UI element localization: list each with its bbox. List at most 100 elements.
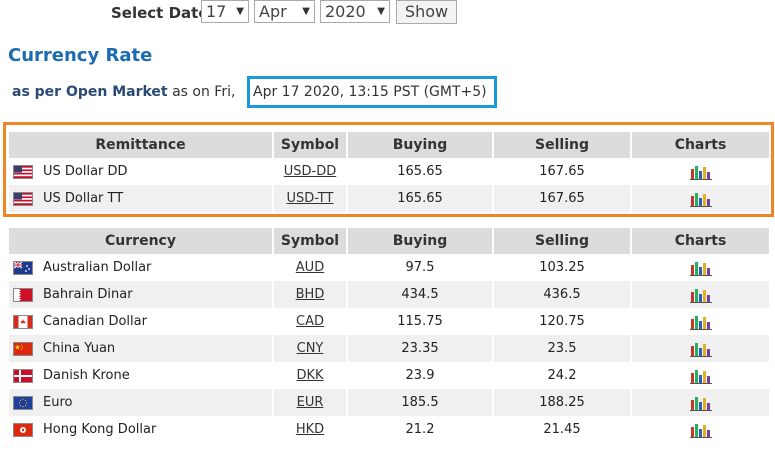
symbol-link[interactable]: BHD bbox=[296, 287, 325, 302]
table-row: Australian Dollar AUD 97.5 103.25 bbox=[9, 254, 771, 281]
symbol-link[interactable]: AUD bbox=[296, 260, 324, 275]
us-flag-icon bbox=[13, 191, 33, 206]
table-row: China Yuan CNY 23.35 23.5 bbox=[9, 335, 771, 362]
symbol-link[interactable]: HKD bbox=[296, 422, 324, 437]
symbol-link[interactable]: USD-DD bbox=[284, 164, 337, 179]
charts-cell bbox=[631, 389, 771, 416]
symbol-cell: BHD bbox=[273, 281, 348, 308]
charts-cell bbox=[631, 281, 771, 308]
bar-chart-icon[interactable] bbox=[689, 341, 712, 357]
denmark-flag-icon bbox=[13, 368, 33, 383]
table-row: Canadian Dollar CAD 115.75 120.75 bbox=[9, 308, 771, 335]
select-date-label: Select Date bbox=[111, 4, 209, 22]
table-header-row: Currency Symbol Buying Selling Charts bbox=[9, 228, 771, 254]
currency-name-cell: Hong Kong Dollar bbox=[9, 416, 274, 443]
buying-cell: 23.9 bbox=[347, 362, 494, 389]
chevron-down-icon: ▼ bbox=[302, 6, 310, 17]
charts-cell bbox=[631, 254, 771, 281]
currency-name-cell: Euro bbox=[9, 389, 274, 416]
buying-cell: 115.75 bbox=[347, 308, 494, 335]
symbol-cell: CNY bbox=[273, 335, 348, 362]
charts-cell bbox=[631, 416, 771, 443]
table-header-row: Remittance Symbol Buying Selling Charts bbox=[9, 132, 771, 158]
day-select[interactable]: 17 ▼ bbox=[201, 0, 249, 23]
month-select-value: Apr bbox=[259, 2, 287, 21]
table-row: US Dollar TT USD-TT 165.65 167.65 bbox=[9, 185, 771, 212]
col-header-selling: Selling bbox=[493, 228, 632, 254]
charts-cell bbox=[631, 335, 771, 362]
table-row: Euro EUR 185.5 188.25 bbox=[9, 389, 771, 416]
selling-cell: 23.5 bbox=[493, 335, 632, 362]
symbol-link[interactable]: CNY bbox=[297, 341, 324, 356]
chevron-down-icon: ▼ bbox=[377, 6, 385, 17]
currency-name: Canadian Dollar bbox=[43, 314, 147, 329]
currency-name-cell: Australian Dollar bbox=[9, 254, 274, 281]
bar-chart-icon[interactable] bbox=[689, 260, 712, 276]
australia-flag-icon bbox=[13, 260, 33, 275]
month-select[interactable]: Apr ▼ bbox=[254, 0, 315, 23]
bar-chart-icon[interactable] bbox=[689, 368, 712, 384]
buying-cell: 23.35 bbox=[347, 335, 494, 362]
symbol-cell: USD-TT bbox=[273, 185, 348, 212]
day-select-value: 17 bbox=[206, 2, 227, 21]
symbol-cell: HKD bbox=[273, 416, 348, 443]
currency-name-cell: Danish Krone bbox=[9, 362, 274, 389]
year-select[interactable]: 2020 ▼ bbox=[320, 0, 390, 23]
currency-name-cell: China Yuan bbox=[9, 335, 274, 362]
currency-name: Danish Krone bbox=[43, 368, 130, 383]
currency-name: China Yuan bbox=[43, 341, 116, 356]
bahrain-flag-icon bbox=[13, 287, 33, 302]
currency-name-cell: Canadian Dollar bbox=[9, 308, 274, 335]
bar-chart-icon[interactable] bbox=[689, 422, 712, 438]
subtitle: as per Open Market as on Fri, bbox=[12, 84, 235, 100]
page-title: Currency Rate bbox=[8, 45, 153, 66]
currency-name: US Dollar TT bbox=[43, 191, 124, 206]
buying-cell: 185.5 bbox=[347, 389, 494, 416]
selling-cell: 167.65 bbox=[493, 158, 632, 185]
col-header-charts: Charts bbox=[631, 228, 771, 254]
selling-cell: 103.25 bbox=[493, 254, 632, 281]
bar-chart-icon[interactable] bbox=[689, 395, 712, 411]
date-selector-bar: Select Date 17 ▼ Apr ▼ 2020 ▼ Show bbox=[0, 0, 775, 26]
bar-chart-icon[interactable] bbox=[689, 314, 712, 330]
bar-chart-icon[interactable] bbox=[689, 287, 712, 303]
currency-name: US Dollar DD bbox=[43, 164, 128, 179]
buying-cell: 434.5 bbox=[347, 281, 494, 308]
col-header-selling: Selling bbox=[493, 132, 632, 158]
symbol-link[interactable]: CAD bbox=[296, 314, 324, 329]
symbol-link[interactable]: USD-TT bbox=[287, 191, 334, 206]
table-row: Hong Kong Dollar HKD 21.2 21.45 bbox=[9, 416, 771, 443]
symbol-cell: CAD bbox=[273, 308, 348, 335]
eu-flag-icon bbox=[13, 395, 33, 410]
currency-name-cell: Bahrain Dinar bbox=[9, 281, 274, 308]
table-row: US Dollar DD USD-DD 165.65 167.65 bbox=[9, 158, 771, 185]
subtitle-market: as per Open Market bbox=[12, 84, 168, 100]
currency-name: Hong Kong Dollar bbox=[43, 422, 157, 437]
symbol-cell: EUR bbox=[273, 389, 348, 416]
table-row: Bahrain Dinar BHD 434.5 436.5 bbox=[9, 281, 771, 308]
selling-cell: 167.65 bbox=[493, 185, 632, 212]
symbol-link[interactable]: EUR bbox=[297, 395, 324, 410]
subtitle-as-on: as on Fri, bbox=[172, 84, 236, 100]
year-select-value: 2020 bbox=[325, 2, 366, 21]
bar-chart-icon[interactable] bbox=[689, 164, 712, 180]
show-button[interactable]: Show bbox=[396, 0, 457, 24]
buying-cell: 165.65 bbox=[347, 158, 494, 185]
us-flag-icon bbox=[13, 164, 33, 179]
buying-cell: 21.2 bbox=[347, 416, 494, 443]
selling-cell: 188.25 bbox=[493, 389, 632, 416]
rate-date-time: Apr 17 2020, 13:15 PST (GMT+5) bbox=[253, 84, 487, 100]
currency-name: Euro bbox=[43, 395, 73, 410]
currency-name-cell: US Dollar TT bbox=[9, 185, 274, 212]
hongkong-flag-icon bbox=[13, 422, 33, 437]
chevron-down-icon: ▼ bbox=[236, 6, 244, 17]
canada-flag-icon bbox=[13, 314, 33, 329]
bar-chart-icon[interactable] bbox=[689, 191, 712, 207]
col-header-buying: Buying bbox=[347, 132, 494, 158]
selling-cell: 120.75 bbox=[493, 308, 632, 335]
col-header-charts: Charts bbox=[631, 132, 771, 158]
remittance-table: Remittance Symbol Buying Selling Charts … bbox=[9, 132, 771, 212]
currency-name: Australian Dollar bbox=[43, 260, 152, 275]
col-header-symbol: Symbol bbox=[273, 228, 348, 254]
symbol-link[interactable]: DKK bbox=[296, 368, 323, 383]
